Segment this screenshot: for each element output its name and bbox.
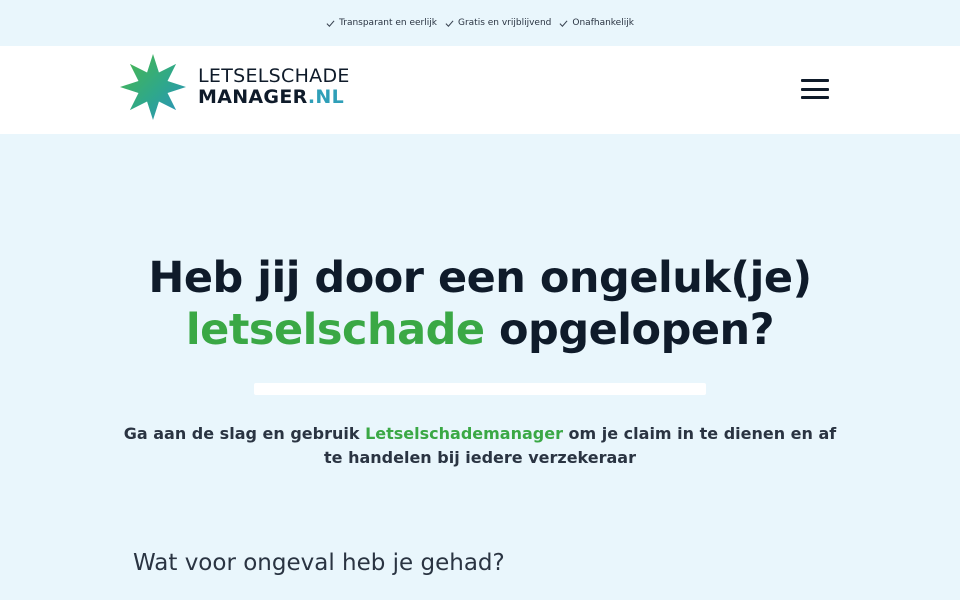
hero-sub-accent: Letselschademanager <box>365 424 563 443</box>
logo-suffix: .NL <box>307 86 345 108</box>
usp-label: Onafhankelijk <box>572 18 634 28</box>
hero-title-rest: opgelopen? <box>484 305 775 355</box>
hamburger-line <box>801 79 829 82</box>
logo-wordmark: LETSELSCHADE MANAGER.NL <box>198 67 350 107</box>
logo-link[interactable]: LETSELSCHADE MANAGER.NL <box>120 54 350 120</box>
usp-label: Transparant en eerlijk <box>339 18 437 28</box>
usp-item: Transparant en eerlijk <box>326 18 437 28</box>
star-logo-icon <box>120 54 186 120</box>
usp-label: Gratis en vrijblijvend <box>457 18 552 28</box>
hero-title-accent: letselschade <box>185 305 485 355</box>
accident-type-question: Wat voor ongeval heb je gehad? <box>133 550 505 576</box>
usp-item: Gratis en vrijblijvend <box>445 18 551 28</box>
hero-sub-before: Ga aan de slag en gebruik <box>123 424 366 443</box>
logo-line2-main: MANAGER <box>198 86 308 108</box>
hero-title: Heb jij door een ongeluk(je) letselschad… <box>0 252 960 356</box>
check-icon <box>445 19 454 27</box>
hamburger-menu-icon[interactable] <box>800 76 830 102</box>
logo-line1: LETSELSCHADE <box>198 65 350 87</box>
check-icon <box>559 19 568 27</box>
hero-subtitle: Ga aan de slag en gebruik Letselschadema… <box>120 422 840 470</box>
hero-title-line1: Heb jij door een ongeluk(je) <box>148 253 812 303</box>
site-header: LETSELSCHADE MANAGER.NL <box>0 46 960 134</box>
hero-divider <box>254 383 706 395</box>
check-icon <box>326 19 335 27</box>
hamburger-line <box>801 96 829 99</box>
usp-bar: Transparant en eerlijk Gratis en vrijbli… <box>0 0 960 46</box>
logo-line2: MANAGER.NL <box>198 88 350 107</box>
hamburger-line <box>801 87 829 91</box>
usp-item: Onafhankelijk <box>559 18 634 28</box>
